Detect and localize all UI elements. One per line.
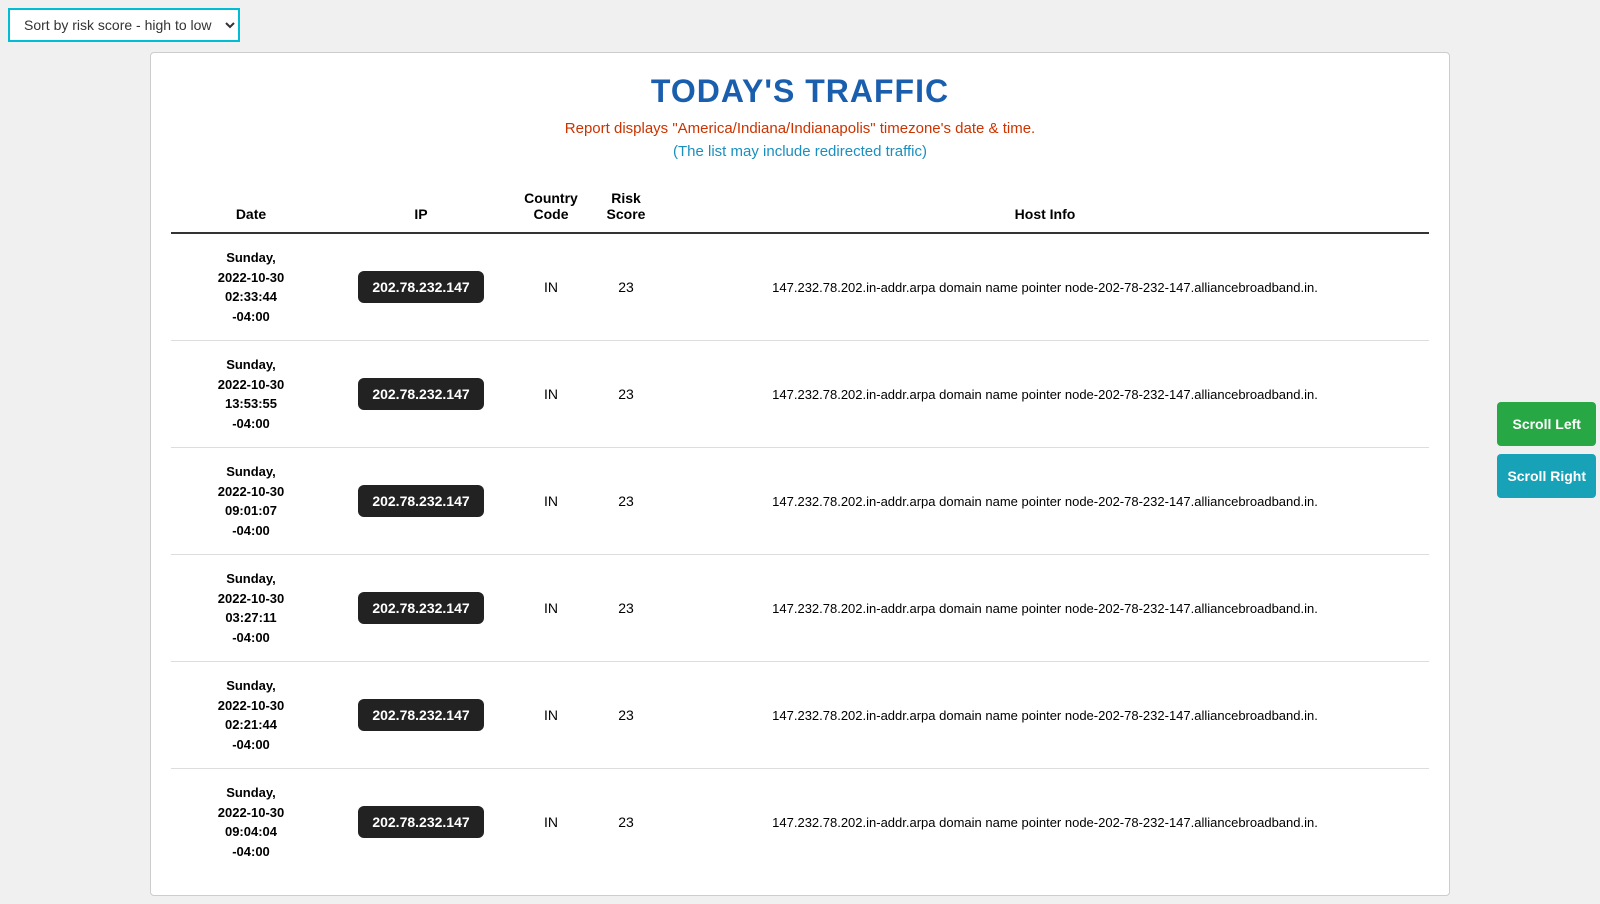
cell-date: Sunday,2022-10-3013:53:55-04:00 [171,341,331,448]
ip-badge: 202.78.232.147 [358,699,483,731]
col-country-code: CountryCode [511,180,591,233]
cell-ip: 202.78.232.147 [331,769,511,876]
table-row: Sunday,2022-10-3013:53:55-04:00 202.78.2… [171,341,1429,448]
cell-host-info: 147.232.78.202.in-addr.arpa domain name … [661,662,1429,769]
cell-date: Sunday,2022-10-3009:04:04-04:00 [171,769,331,876]
table-row: Sunday,2022-10-3002:21:44-04:00 202.78.2… [171,662,1429,769]
cell-host-info: 147.232.78.202.in-addr.arpa domain name … [661,555,1429,662]
traffic-table: Date IP CountryCode RiskScore Host Info … [171,180,1429,875]
ip-badge: 202.78.232.147 [358,592,483,624]
ip-badge: 202.78.232.147 [358,806,483,838]
cell-country-code: IN [511,448,591,555]
scroll-right-button[interactable]: Scroll Right [1497,454,1596,498]
cell-date: Sunday,2022-10-3009:01:07-04:00 [171,448,331,555]
table-row: Sunday,2022-10-3002:33:44-04:00 202.78.2… [171,233,1429,341]
subtitle-blue: (The list may include redirected traffic… [171,143,1429,160]
cell-ip: 202.78.232.147 [331,555,511,662]
cell-ip: 202.78.232.147 [331,448,511,555]
col-host-info: Host Info [661,180,1429,233]
ip-badge: 202.78.232.147 [358,271,483,303]
col-ip: IP [331,180,511,233]
cell-ip: 202.78.232.147 [331,662,511,769]
table-row: Sunday,2022-10-3009:01:07-04:00 202.78.2… [171,448,1429,555]
cell-date: Sunday,2022-10-3002:21:44-04:00 [171,662,331,769]
sort-select[interactable]: Sort by risk score - high to lowSort by … [8,8,240,42]
cell-country-code: IN [511,341,591,448]
cell-ip: 202.78.232.147 [331,233,511,341]
col-risk-score: RiskScore [591,180,661,233]
sort-bar: Sort by risk score - high to lowSort by … [8,8,1592,42]
cell-host-info: 147.232.78.202.in-addr.arpa domain name … [661,448,1429,555]
main-container: TODAY'S TRAFFIC Report displays "America… [150,52,1450,896]
ip-badge: 202.78.232.147 [358,485,483,517]
cell-date: Sunday,2022-10-3003:27:11-04:00 [171,555,331,662]
cell-host-info: 147.232.78.202.in-addr.arpa domain name … [661,233,1429,341]
cell-risk-score: 23 [591,341,661,448]
cell-country-code: IN [511,769,591,876]
ip-badge: 202.78.232.147 [358,378,483,410]
cell-country-code: IN [511,555,591,662]
cell-host-info: 147.232.78.202.in-addr.arpa domain name … [661,769,1429,876]
subtitle-red: Report displays "America/Indiana/Indiana… [171,120,1429,137]
cell-risk-score: 23 [591,233,661,341]
table-row: Sunday,2022-10-3003:27:11-04:00 202.78.2… [171,555,1429,662]
scroll-buttons-container: Scroll Left Scroll Right [1497,402,1600,498]
cell-risk-score: 23 [591,769,661,876]
cell-country-code: IN [511,233,591,341]
table-header-row: Date IP CountryCode RiskScore Host Info [171,180,1429,233]
cell-ip: 202.78.232.147 [331,341,511,448]
cell-date: Sunday,2022-10-3002:33:44-04:00 [171,233,331,341]
scroll-left-button[interactable]: Scroll Left [1497,402,1596,446]
page-title: TODAY'S TRAFFIC [171,73,1429,110]
cell-risk-score: 23 [591,555,661,662]
cell-host-info: 147.232.78.202.in-addr.arpa domain name … [661,341,1429,448]
cell-risk-score: 23 [591,448,661,555]
table-row: Sunday,2022-10-3009:04:04-04:00 202.78.2… [171,769,1429,876]
cell-country-code: IN [511,662,591,769]
cell-risk-score: 23 [591,662,661,769]
col-date: Date [171,180,331,233]
table-body: Sunday,2022-10-3002:33:44-04:00 202.78.2… [171,233,1429,875]
